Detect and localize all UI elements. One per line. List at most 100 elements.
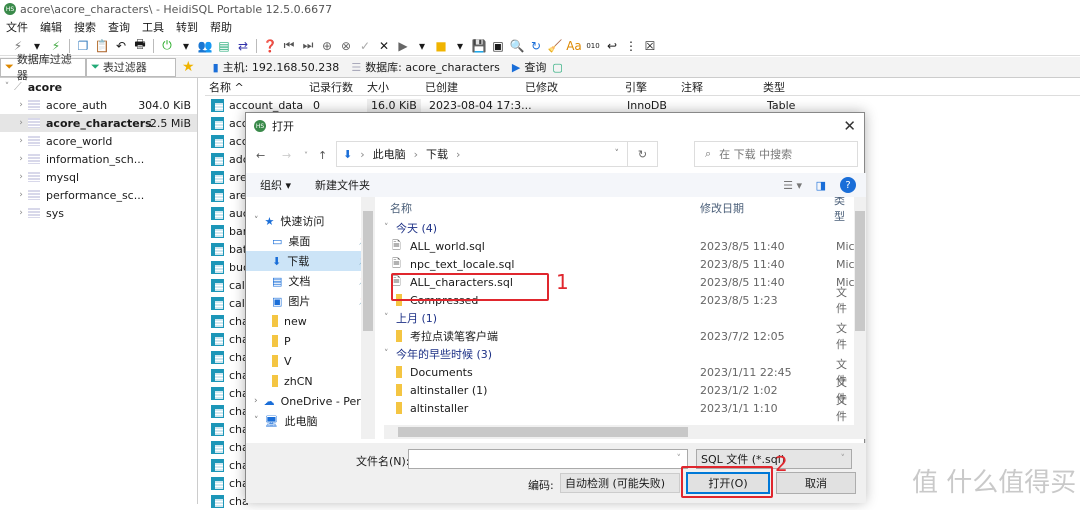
run-icon[interactable]: ▶ bbox=[395, 38, 411, 54]
check-icon[interactable]: ✓ bbox=[357, 38, 373, 54]
close-icon[interactable]: ✕ bbox=[843, 117, 856, 135]
nav-item[interactable]: P bbox=[246, 331, 374, 351]
nav-item[interactable]: ⬇下载📌 bbox=[246, 251, 374, 271]
users-icon[interactable]: 👥 bbox=[197, 38, 213, 54]
path-downloads[interactable]: 下载 bbox=[426, 146, 448, 162]
nav-item[interactable]: ˅ ★ 快速访问 bbox=[246, 211, 374, 231]
delete-icon[interactable]: ⊗ bbox=[338, 38, 354, 54]
chevron-down-icon[interactable]: ˅ bbox=[841, 454, 846, 464]
nav-item[interactable]: › ☁ OneDrive - Perso bbox=[246, 391, 374, 411]
tree-item[interactable]: › acore_auth 304.0 KiB bbox=[0, 96, 197, 114]
first-icon[interactable]: ⏮ bbox=[281, 38, 297, 54]
col-created[interactable]: 已创建 bbox=[425, 79, 458, 95]
chevron-icon[interactable]: ˅ bbox=[254, 416, 259, 426]
new-query-icon[interactable]: ▢ bbox=[552, 61, 562, 74]
last-icon[interactable]: ⏭ bbox=[300, 38, 316, 54]
nav-item[interactable]: ▣图片📌 bbox=[246, 291, 374, 311]
tree-root[interactable]: ˅ ⟋ acore bbox=[0, 78, 197, 96]
replace-icon[interactable]: ↻ bbox=[528, 38, 544, 54]
back-arrow-icon[interactable]: ← bbox=[256, 149, 265, 162]
chevron-right-icon[interactable]: › bbox=[14, 100, 28, 110]
close-tab-icon[interactable]: ☒ bbox=[642, 38, 658, 54]
view-options-icon[interactable]: ☰ ▾ bbox=[783, 179, 802, 192]
cancel-button[interactable]: 取消 bbox=[776, 472, 856, 494]
encoding-select[interactable]: 自动检测 (可能失败) bbox=[560, 473, 680, 493]
chevron-right-icon[interactable]: › bbox=[14, 190, 28, 200]
nav-item[interactable]: ▭桌面📌 bbox=[246, 231, 374, 251]
col-type[interactable]: 类型 bbox=[763, 79, 785, 95]
tree-item[interactable]: › mysql bbox=[0, 168, 197, 186]
tree-item[interactable]: › acore_characters 2.5 MiB bbox=[0, 114, 197, 132]
col-name[interactable]: 名称 bbox=[390, 200, 412, 216]
help-icon[interactable]: ❓ bbox=[262, 38, 278, 54]
col-rows[interactable]: 记录行数 bbox=[309, 79, 353, 95]
nav-item[interactable]: new bbox=[246, 311, 374, 331]
chevron-right-icon[interactable]: › bbox=[14, 154, 28, 164]
path-this-pc[interactable]: 此电脑 bbox=[373, 146, 406, 162]
wrap-icon[interactable]: ↩ bbox=[604, 38, 620, 54]
nav-item[interactable]: V bbox=[246, 351, 374, 371]
cancel-icon[interactable]: ✕ bbox=[376, 38, 392, 54]
chevron-right-icon[interactable]: › bbox=[14, 136, 28, 146]
nav-item[interactable]: ˅ 🖥 此电脑 bbox=[246, 411, 374, 431]
file-row[interactable]: Documents 2023/1/11 22:45 文件 bbox=[384, 358, 854, 387]
chevron-right-icon[interactable]: › bbox=[14, 172, 28, 182]
export-icon[interactable]: ▤ bbox=[216, 38, 232, 54]
menu-file[interactable]: 文件 bbox=[6, 19, 28, 35]
chevron-down-icon[interactable]: ˅ bbox=[615, 149, 620, 159]
menu-search[interactable]: 搜索 bbox=[74, 19, 96, 35]
menu-tools[interactable]: 工具 bbox=[142, 19, 164, 35]
dropdown-icon[interactable]: ▾ bbox=[414, 38, 430, 54]
print-icon[interactable]: 🖶 bbox=[132, 37, 148, 54]
chevron-down-icon[interactable]: ˅ bbox=[0, 82, 14, 92]
up-arrow-icon[interactable]: ↑ bbox=[318, 149, 327, 162]
find-icon[interactable]: 🔍 bbox=[509, 38, 525, 54]
chevron-icon[interactable]: › bbox=[254, 396, 258, 406]
search-input[interactable]: ⌕ 在 下载 中搜索 bbox=[694, 141, 858, 167]
menu-query[interactable]: 查询 bbox=[108, 19, 130, 35]
new-folder-button[interactable]: 新建文件夹 bbox=[315, 177, 370, 193]
col-engine[interactable]: 引擎 bbox=[625, 79, 647, 95]
address-bar[interactable]: ⬇ › 此电脑 › 下载 › ˅ ↻ bbox=[336, 141, 658, 167]
tree-item[interactable]: › information_sch... bbox=[0, 150, 197, 168]
refresh-icon[interactable]: ↻ bbox=[627, 142, 657, 166]
recent-chevron-icon[interactable]: ˅ bbox=[304, 151, 308, 160]
tree-item[interactable]: › performance_sc... bbox=[0, 186, 197, 204]
tree-item[interactable]: › acore_world bbox=[0, 132, 197, 150]
table-filter-input[interactable]: ⏷ 表过滤器 bbox=[86, 57, 176, 77]
file-row[interactable]: 考拉点读笔客户端 2023/7/2 12:05 文件 bbox=[384, 322, 854, 351]
preview-pane-icon[interactable]: ◨ bbox=[816, 179, 826, 192]
save-icon[interactable]: 💾 bbox=[471, 38, 487, 54]
organize-button[interactable]: 组织 ▾ bbox=[260, 177, 291, 193]
binary-icon[interactable]: 010 bbox=[585, 38, 601, 54]
chevron-down-icon[interactable]: ˅ bbox=[384, 349, 389, 359]
col-comment[interactable]: 注释 bbox=[681, 79, 703, 95]
chevron-icon[interactable]: ˅ bbox=[254, 216, 259, 226]
menu-edit[interactable]: 编辑 bbox=[40, 19, 62, 35]
nav-scrollbar[interactable] bbox=[361, 197, 375, 439]
chevron-down-icon[interactable]: ˅ bbox=[677, 454, 682, 464]
file-group-header[interactable]: ˅ 今天 (4) bbox=[384, 219, 854, 237]
help-icon[interactable]: ? bbox=[840, 177, 856, 193]
file-row[interactable]: altinstaller (1) 2023/1/2 1:02 文件 bbox=[384, 376, 854, 405]
dropdown-icon[interactable]: ▾ bbox=[178, 38, 194, 54]
folder-icon[interactable]: ■ bbox=[433, 38, 449, 54]
breadcrumb-host[interactable]: ▮ 主机: 192.168.50.238 bbox=[207, 59, 346, 75]
col-modified[interactable]: 已修改 bbox=[525, 79, 558, 95]
file-group-header[interactable]: ˅ 上月 (1) bbox=[384, 309, 854, 327]
undo-icon[interactable]: ↶ bbox=[113, 38, 129, 54]
horizontal-scrollbar[interactable] bbox=[384, 425, 854, 439]
breadcrumb-database[interactable]: ☰ 数据库: acore_characters bbox=[345, 59, 506, 75]
file-group-header[interactable]: ˅ 今年的早些时候 (3) bbox=[384, 345, 854, 363]
clear-icon[interactable]: 🧹 bbox=[547, 38, 563, 54]
forward-arrow-icon[interactable]: → bbox=[282, 149, 291, 162]
paste-icon[interactable]: 📋 bbox=[94, 38, 110, 54]
file-scrollbar[interactable] bbox=[854, 197, 866, 439]
chevron-down-icon[interactable]: ˅ bbox=[384, 223, 389, 233]
refresh-icon[interactable]: ⏻ bbox=[159, 38, 175, 54]
col-size[interactable]: 大小 bbox=[367, 79, 389, 95]
menu-goto[interactable]: 转到 bbox=[176, 19, 198, 35]
nav-item[interactable]: ▤文档📌 bbox=[246, 271, 374, 291]
filename-input[interactable]: ˅ bbox=[408, 449, 688, 469]
add-icon[interactable]: ⊕ bbox=[319, 38, 335, 54]
